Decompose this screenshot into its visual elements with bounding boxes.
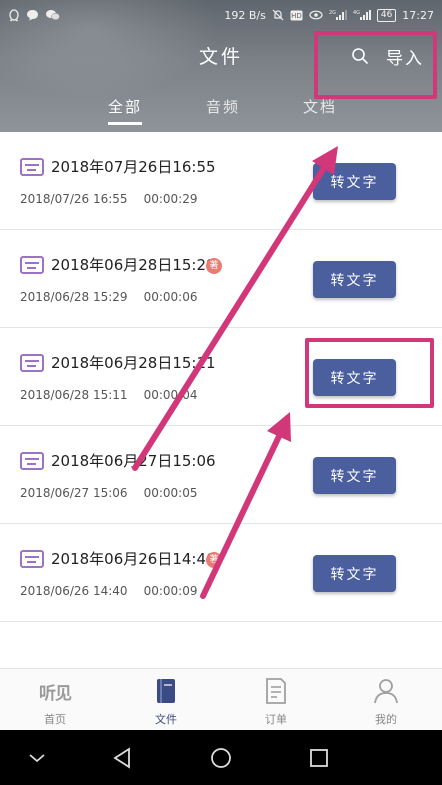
file-meta: 2018/06/27 15:06 00:00:05 [20, 486, 197, 500]
audio-file-icon [20, 256, 44, 274]
file-duration: 00:00:06 [143, 290, 198, 304]
file-duration: 00:00:09 [143, 584, 198, 598]
collapse-button[interactable] [22, 743, 52, 773]
file-list: 2018年07月26日16:55 2018/07/26 16:55 00:00:… [0, 132, 442, 622]
list-item[interactable]: 2018年06月28日15:29 著 2018/06/28 15:29 00:0… [0, 230, 442, 328]
convert-to-text-button[interactable]: 转文字 [313, 163, 396, 200]
home-circle-icon [211, 748, 231, 768]
file-title: 2018年06月28日15:11 [51, 354, 216, 372]
list-item[interactable]: 2018年07月26日16:55 2018/07/26 16:55 00:00:… [0, 132, 442, 230]
home-logo-icon: 听见 [39, 683, 72, 704]
chevron-down-icon [29, 754, 45, 763]
file-title: 2018年06月26日14:40 [51, 550, 216, 568]
user-icon [374, 679, 398, 704]
audio-file-icon [20, 354, 44, 372]
file-meta: 2018/06/28 15:11 00:00:04 [20, 388, 197, 402]
status-bar: 192 B/s HD 2G 4G 46 17:27 [0, 0, 442, 30]
network-speed: 192 B/s [224, 8, 266, 22]
tab-document[interactable]: 文档 [303, 96, 337, 117]
bottom-nav: 听见 首页 文件 订单 我的 [0, 668, 442, 730]
svg-text:2G: 2G [329, 10, 336, 16]
battery-icon: 46 [376, 8, 397, 22]
tab-bar: 全部 音频 文档 [0, 90, 442, 130]
signal-2g-icon: 2G [329, 9, 347, 21]
file-title: 2018年06月27日15:06 [51, 452, 216, 470]
file-date: 2018/06/27 15:06 [20, 486, 128, 500]
nav-label: 文件 [155, 713, 177, 726]
wechat-icon [45, 9, 60, 21]
tab-audio[interactable]: 音频 [206, 96, 240, 117]
message-icon [26, 9, 39, 21]
svg-text:HD: HD [291, 12, 302, 20]
file-date: 2018/06/26 14:40 [20, 584, 128, 598]
nav-label: 订单 [265, 713, 287, 726]
file-title: 2018年07月26日16:55 [51, 158, 216, 176]
nav-profile[interactable]: 我的 [346, 675, 426, 727]
file-date: 2018/07/26 16:55 [20, 192, 128, 206]
list-item[interactable]: 2018年06月28日15:11 2018/06/28 15:11 00:00:… [0, 328, 442, 426]
nav-label: 我的 [375, 713, 397, 726]
back-button[interactable] [107, 743, 137, 773]
file-meta: 2018/06/28 15:29 00:00:06 [20, 290, 197, 304]
nav-orders[interactable]: 订单 [236, 675, 316, 727]
file-meta: 2018/06/26 14:40 00:00:09 [20, 584, 197, 598]
status-badge: 著 [206, 552, 222, 568]
nav-home[interactable]: 听见 首页 [15, 675, 95, 727]
audio-file-icon [20, 550, 44, 568]
home-button[interactable] [206, 743, 236, 773]
file-duration: 00:00:05 [143, 486, 198, 500]
nav-label: 首页 [44, 713, 66, 726]
clock: 17:27 [402, 8, 434, 22]
back-triangle-icon [113, 747, 130, 769]
list-item[interactable]: 2018年06月26日14:40 著 2018/06/26 14:40 00:0… [0, 524, 442, 622]
file-date: 2018/06/28 15:11 [20, 388, 128, 402]
qq-icon [8, 8, 20, 22]
file-duration: 00:00:29 [143, 192, 198, 206]
recents-square-icon [310, 749, 328, 767]
nav-files[interactable]: 文件 [126, 675, 206, 727]
eye-icon [309, 10, 323, 20]
signal-4g-icon: 4G [353, 9, 371, 21]
file-date: 2018/06/28 15:29 [20, 290, 128, 304]
convert-to-text-button[interactable]: 转文字 [313, 555, 396, 592]
svg-text:4G: 4G [353, 10, 360, 16]
import-button[interactable]: 导入 [386, 44, 424, 69]
search-icon [352, 48, 368, 64]
status-right-icons: 192 B/s HD 2G 4G 46 17:27 [224, 8, 434, 22]
bell-muted-icon [272, 9, 284, 21]
convert-to-text-button[interactable]: 转文字 [313, 261, 396, 298]
hd-icon: HD [290, 10, 303, 21]
audio-file-icon [20, 452, 44, 470]
search-button[interactable] [348, 44, 372, 68]
app-header: 192 B/s HD 2G 4G 46 17:27 文件 导入 全部 音频 文档 [0, 0, 442, 132]
audio-file-icon [20, 158, 44, 176]
recents-button[interactable] [304, 743, 334, 773]
order-icon [266, 678, 286, 704]
tab-all[interactable]: 全部 [108, 96, 142, 117]
tab-active-indicator [108, 122, 142, 125]
list-item[interactable]: 2018年06月27日15:06 2018/06/27 15:06 00:00:… [0, 426, 442, 524]
convert-to-text-button[interactable]: 转文字 [313, 457, 396, 494]
system-nav-bar [0, 730, 442, 785]
file-duration: 00:00:04 [143, 388, 198, 402]
file-title: 2018年06月28日15:29 [51, 256, 216, 274]
status-left-icons [8, 8, 60, 22]
page-title: 文件 [198, 46, 243, 68]
status-badge: 著 [206, 258, 222, 274]
file-meta: 2018/07/26 16:55 00:00:29 [20, 192, 197, 206]
file-book-icon [157, 679, 175, 703]
convert-to-text-button[interactable]: 转文字 [313, 359, 396, 396]
